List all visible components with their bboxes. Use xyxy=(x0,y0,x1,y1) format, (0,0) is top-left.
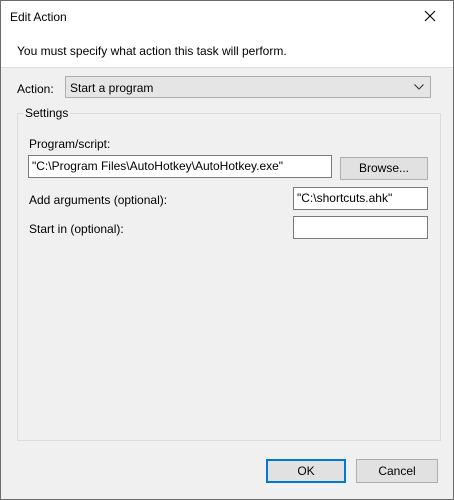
settings-legend: Settings xyxy=(23,106,71,120)
close-button[interactable] xyxy=(407,1,453,32)
instruction-text: You must specify what action this task w… xyxy=(17,44,287,58)
browse-button[interactable]: Browse... xyxy=(340,157,428,180)
start-in-label: Start in (optional): xyxy=(29,222,124,236)
arguments-input[interactable]: "C:\shortcuts.ahk" xyxy=(293,187,428,210)
cancel-button[interactable]: Cancel xyxy=(356,459,438,483)
arguments-label: Add arguments (optional): xyxy=(29,193,168,207)
edit-action-dialog: Edit Action You must specify what action… xyxy=(0,0,454,500)
window-title: Edit Action xyxy=(10,10,67,24)
start-in-input[interactable] xyxy=(293,216,428,239)
close-icon xyxy=(424,10,436,22)
chevron-down-icon xyxy=(414,84,424,90)
instruction-banner: You must specify what action this task w… xyxy=(1,32,453,68)
ok-button[interactable]: OK xyxy=(266,459,346,483)
action-selected-value: Start a program xyxy=(70,81,154,95)
program-script-input[interactable]: "C:\Program Files\AutoHotkey\AutoHotkey.… xyxy=(28,155,332,178)
program-script-label: Program/script: xyxy=(29,137,111,151)
action-label: Action: xyxy=(17,82,54,96)
action-select[interactable]: Start a program xyxy=(65,76,431,98)
title-bar: Edit Action xyxy=(1,1,453,32)
